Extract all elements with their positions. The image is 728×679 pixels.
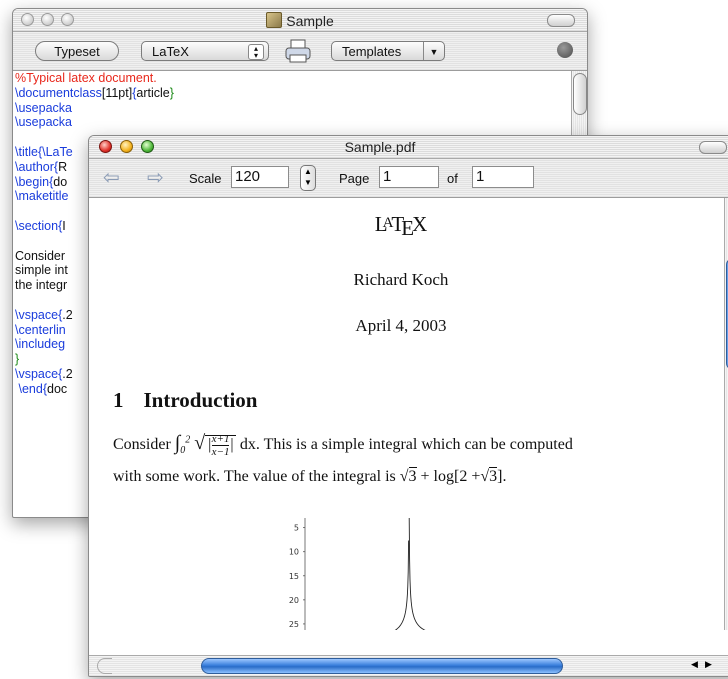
plot-y-tick-label: 20: [289, 596, 299, 605]
source-token: }: [15, 352, 20, 367]
pdf-vertical-scrollbar[interactable]: ▲ ▼: [724, 198, 728, 630]
function-plot: 2520151050.511.52: [289, 517, 426, 630]
source-token: \usepacka: [15, 115, 72, 130]
plot-y-tick-label: 25: [289, 620, 299, 629]
source-token: \centerlin: [15, 322, 66, 337]
para-text: ].: [497, 468, 507, 485]
source-token: \author: [15, 159, 54, 174]
drawer-icon[interactable]: [557, 42, 573, 58]
source-token: Consider: [15, 248, 66, 263]
source-token: \documentclass: [15, 85, 102, 100]
printer-icon[interactable]: [283, 38, 313, 64]
plot-curve-right: [408, 517, 426, 630]
scale-stepper[interactable]: ▲ ▼: [300, 165, 316, 191]
source-token: \vspace: [15, 307, 59, 322]
document-author: Richard Koch: [353, 270, 449, 289]
paragraph-line-1: Consider ∫02 √ | x+1 x−1 | dx. This is a sim…: [113, 432, 713, 458]
source-token: the integr: [15, 278, 68, 293]
toolbar-toggle-button[interactable]: [547, 14, 575, 27]
section-number: 1: [113, 388, 124, 412]
pdf-horizontal-scrollbar[interactable]: ◀ ▶: [89, 655, 728, 676]
source-titlebar[interactable]: Sample: [13, 9, 587, 32]
source-token: .2: [62, 307, 73, 322]
source-token: \title: [15, 144, 38, 159]
page-field[interactable]: 1: [379, 166, 439, 188]
source-token: \section: [15, 218, 59, 233]
scroll-left-arrow-icon[interactable]: ◀: [691, 659, 698, 670]
source-token: \vspace: [15, 366, 59, 381]
source-token: I: [62, 218, 66, 233]
pdf-titlebar[interactable]: Sample.pdf: [89, 136, 728, 159]
source-token: \includeg: [15, 337, 66, 352]
source-token: .2: [62, 366, 73, 381]
source-window-title: Sample: [13, 12, 587, 29]
scale-field[interactable]: 120: [231, 166, 289, 188]
scale-label: Scale: [189, 171, 222, 186]
document-title: LATEX: [89, 212, 713, 241]
source-token: \begin: [15, 174, 50, 189]
source-token: %Typical latex document.: [15, 71, 157, 85]
source-token: article: [136, 85, 170, 100]
integral-expression: ∫02 √ | x+1 x−1 |: [174, 432, 236, 458]
section-title: Introduction: [143, 388, 258, 412]
paragraph-line-2: with some work. The value of the integra…: [113, 467, 507, 486]
pdf-window: Sample.pdf ⇦ ⇨ Scale 120 ▲ ▼ Page 1 of 1 …: [88, 135, 728, 677]
engine-select-value: LaTeX: [152, 44, 189, 59]
para-text: dx. This is a simple integral which can …: [239, 436, 573, 453]
para-text: Consider: [113, 436, 171, 453]
typeset-button[interactable]: Typeset: [35, 41, 119, 61]
source-token: simple int: [15, 263, 68, 278]
source-line: %Typical latex document.: [15, 71, 174, 86]
source-token: do: [53, 174, 68, 189]
source-token: \end: [15, 381, 43, 396]
source-line: \usepacka: [15, 115, 174, 130]
forward-arrow-icon[interactable]: ⇨: [147, 165, 164, 190]
sqrt-icon: √3: [480, 467, 498, 485]
document-date: April 4, 2003: [355, 316, 447, 335]
source-line: \usepacka: [15, 101, 174, 116]
plot-y-tick-label: 5: [294, 524, 299, 533]
source-token: \usepacka: [15, 100, 72, 115]
engine-select[interactable]: LaTeX ▴ ▾: [141, 41, 269, 61]
templates-select-value: Templates: [342, 44, 402, 59]
scroll-right-arrow-icon[interactable]: ▶: [705, 659, 712, 670]
source-token: \LaTe: [42, 144, 73, 159]
plot-curve-left: [394, 540, 410, 630]
sqrt-icon: √3: [399, 467, 417, 485]
source-scroll-thumb[interactable]: [573, 73, 587, 115]
pdf-toolbar: ⇦ ⇨ Scale 120 ▲ ▼ Page 1 of 1: [89, 159, 728, 198]
section-heading: 1 Introduction: [113, 388, 257, 413]
up-down-arrows-icon: ▴ ▾: [248, 44, 264, 60]
pdf-window-title: Sample.pdf: [344, 139, 416, 155]
scroll-track-left-cap: [97, 658, 112, 674]
back-arrow-icon[interactable]: ⇦: [103, 165, 120, 190]
page-label: Page: [339, 171, 370, 186]
chevron-down-icon: ▼: [423, 42, 444, 60]
source-token: doc: [47, 381, 68, 396]
source-token: R: [58, 159, 68, 174]
source-token: \maketitle: [15, 189, 69, 204]
latex-logo: LATEX: [374, 212, 428, 240]
para-text: with some work. The value of the integra…: [113, 468, 396, 485]
templates-select[interactable]: Templates ▼: [331, 41, 445, 61]
pdf-horizontal-scroll-thumb[interactable]: [201, 658, 563, 674]
source-token: [11pt]: [101, 85, 133, 100]
source-token: }: [169, 85, 174, 100]
of-label: of: [447, 171, 458, 186]
source-line: \documentclass[11pt]{article}: [15, 86, 174, 101]
total-pages-field: 1: [472, 166, 534, 188]
plot-y-tick-label: 15: [289, 572, 299, 581]
toolbar-toggle-button[interactable]: [699, 141, 727, 154]
para-text: + log[2 +: [420, 468, 481, 485]
pdf-page: LATEX Richard Koch April 4, 2003 1 Introd…: [89, 198, 713, 630]
tex-document-icon: [266, 12, 283, 28]
source-toolbar: Typeset LaTeX ▴ ▾ Templates ▼: [13, 32, 587, 71]
plot-y-tick-label: 10: [289, 548, 299, 557]
